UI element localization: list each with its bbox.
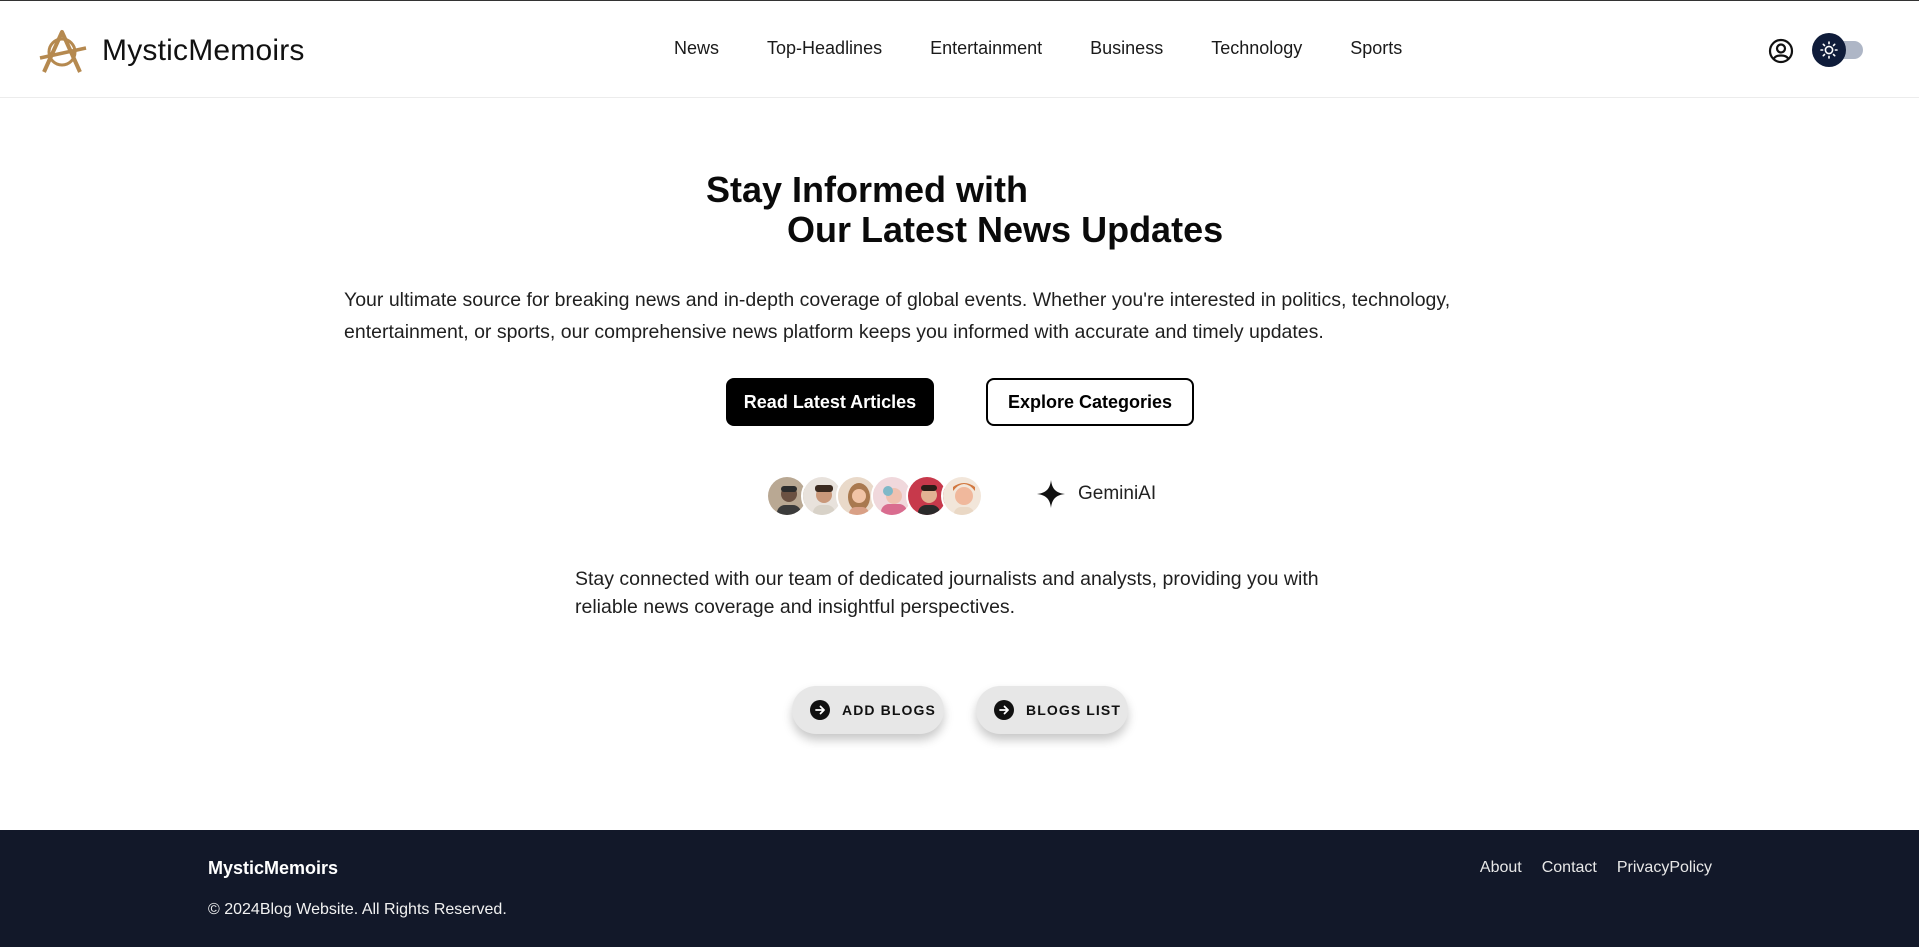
nav-technology[interactable]: Technology bbox=[1211, 38, 1302, 59]
hero-title-line2: Our Latest News Updates bbox=[787, 209, 1224, 250]
brand-logo-icon bbox=[39, 30, 87, 73]
arrow-right-icon bbox=[994, 700, 1014, 720]
footer-copyright: © 2024Blog Website. All Rights Reserved. bbox=[208, 901, 507, 918]
hero-title-line1: Stay Informed with bbox=[706, 169, 1029, 210]
explore-categories-button[interactable]: Explore Categories bbox=[986, 378, 1194, 426]
add-blogs-button[interactable]: ADD BLOGS bbox=[792, 686, 944, 734]
hero-title: Stay Informed with Our Latest News Updat… bbox=[706, 170, 1266, 250]
footer-link-contact[interactable]: Contact bbox=[1542, 859, 1597, 877]
footer-link-privacy-policy[interactable]: PrivacyPolicy bbox=[1617, 859, 1712, 877]
gemini-ai-label: GeminiAI bbox=[1078, 483, 1157, 504]
footer-link-about[interactable]: About bbox=[1480, 859, 1522, 877]
team-description: Stay connected with our team of dedicate… bbox=[575, 568, 1319, 618]
gemini-ai-badge: GeminiAI bbox=[1036, 479, 1156, 509]
nav-sports[interactable]: Sports bbox=[1350, 38, 1402, 59]
add-blogs-label: ADD BLOGS bbox=[842, 702, 936, 718]
brand-link[interactable]: MysticMemoirs bbox=[38, 28, 305, 74]
sparkle-icon bbox=[1037, 480, 1065, 508]
site-footer: MysticMemoirs © 2024Blog Website. All Ri… bbox=[0, 830, 1919, 947]
nav-top-headlines[interactable]: Top-Headlines bbox=[767, 38, 882, 59]
main-nav: News Top-Headlines Entertainment Busines… bbox=[674, 38, 1450, 59]
blogs-list-label: BLOGS LIST bbox=[1026, 702, 1121, 718]
nav-entertainment[interactable]: Entertainment bbox=[930, 38, 1042, 59]
arrow-right-icon bbox=[810, 700, 830, 720]
toggle-knob bbox=[1812, 33, 1846, 67]
hero-description: Your ultimate source for breaking news a… bbox=[344, 289, 1451, 343]
user-circle-icon[interactable] bbox=[1768, 38, 1794, 64]
team-avatars bbox=[766, 475, 996, 517]
sun-icon bbox=[1820, 41, 1838, 59]
theme-toggle[interactable] bbox=[1812, 33, 1864, 67]
read-latest-articles-button[interactable]: Read Latest Articles bbox=[726, 378, 934, 426]
blogs-list-button[interactable]: BLOGS LIST bbox=[976, 686, 1128, 734]
footer-links: About Contact PrivacyPolicy bbox=[1480, 859, 1712, 877]
avatar bbox=[941, 475, 983, 517]
footer-brand: MysticMemoirs bbox=[208, 858, 339, 878]
site-header: MysticMemoirs News Top-Headlines Enterta… bbox=[0, 1, 1919, 98]
nav-business[interactable]: Business bbox=[1090, 38, 1163, 59]
brand-name: MysticMemoirs bbox=[102, 34, 305, 67]
nav-news[interactable]: News bbox=[674, 38, 719, 59]
